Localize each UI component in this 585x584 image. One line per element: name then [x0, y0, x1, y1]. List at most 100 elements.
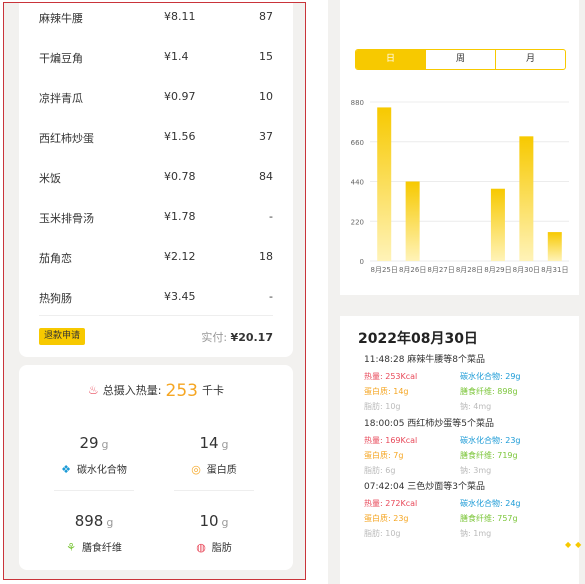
order-card: 麻辣牛腰 ¥8.11 87 干煸豆角 ¥1.4 15 凉拌青瓜 ¥0.97 10…	[19, 3, 293, 357]
entry-protein: 蛋白质: 23g	[364, 514, 409, 523]
entry-heat: 热量: 169Kcal	[364, 436, 418, 445]
entry-fat: 脂肪: 6g	[364, 466, 396, 475]
dish-name: 米饭	[39, 172, 61, 185]
total-calories-label: 总摄入热量:	[102, 384, 162, 397]
dish-price: ¥1.4	[164, 50, 189, 63]
dish-price: ¥1.56	[164, 130, 196, 143]
nutrient-protein: 14 g ◎ 蛋白质	[154, 433, 274, 476]
tab-week[interactable]: 周	[425, 50, 495, 69]
total-calories: ♨ 总摄入热量: 253 千卡	[19, 381, 293, 401]
meal-entry-title: 11:48:28 麻辣牛腰等8个菜品	[364, 355, 486, 365]
y-tick-label: 660	[351, 139, 364, 147]
dish-qty: 10	[259, 90, 273, 103]
period-tabs: 日 周 月	[355, 49, 566, 70]
meal-entry-title: 07:42:04 三色炒面等3个菜品	[364, 482, 486, 492]
tab-day[interactable]: 日	[356, 50, 425, 69]
meal-entry[interactable]: 18:00:05 西红柿炒蛋等5个菜品 热量: 169Kcal 碳水化合物: 2…	[364, 416, 574, 480]
fiber-icon: ⚘	[66, 541, 76, 554]
y-tick-label: 220	[351, 218, 364, 226]
nutrient-unit: g	[101, 438, 109, 451]
paid-label: 实付:	[201, 331, 228, 344]
dish-price: ¥3.45	[164, 290, 196, 303]
x-tick-label: 8月31日	[541, 266, 568, 274]
chart-bar[interactable]	[405, 181, 420, 262]
meal-entry[interactable]: 07:42:04 三色炒面等3个菜品 热量: 272Kcal 碳水化合物: 24…	[364, 479, 574, 543]
meal-entry-title: 18:00:05 西红柿炒蛋等5个菜品	[364, 419, 495, 429]
dish-name: 热狗肠	[39, 292, 72, 305]
dish-row: 玉米排骨汤 ¥1.78 -	[39, 197, 273, 237]
total-calories-value: 253	[165, 381, 198, 401]
chart-bar[interactable]	[519, 136, 534, 261]
dish-name: 凉拌青瓜	[39, 92, 83, 105]
entry-fiber: 膳食纤维: 719g	[460, 451, 518, 460]
paid-total: 实付: ¥20.17	[201, 329, 273, 345]
nutrient-value: 29	[79, 434, 99, 452]
chart-bar[interactable]	[490, 188, 505, 261]
entry-fiber: 膳食纤维: 757g	[460, 514, 518, 523]
x-tick-label: 8月25日	[371, 266, 398, 274]
dish-row: 茄角恋 ¥2.12 18	[39, 237, 273, 277]
nutrient-carb: 29 g ❖ 碳水化合物	[34, 433, 154, 476]
dish-row: 热狗肠 ¥3.45 -	[39, 277, 273, 317]
dish-row: 凉拌青瓜 ¥0.97 10	[39, 77, 273, 117]
dish-qty: 87	[259, 10, 273, 23]
entry-protein: 蛋白质: 7g	[364, 451, 404, 460]
chart-bar[interactable]	[547, 232, 562, 261]
divider	[174, 490, 254, 491]
dish-qty: -	[269, 290, 273, 303]
nutrient-label: 膳食纤维	[81, 543, 122, 554]
dish-name: 西红柿炒蛋	[39, 132, 94, 145]
dish-row: 干煸豆角 ¥1.4 15	[39, 37, 273, 77]
entry-fat: 脂肪: 10g	[364, 402, 401, 411]
entry-heat: 热量: 253Kcal	[364, 372, 418, 381]
nutrient-fiber: 898 g ⚘ 膳食纤维	[34, 511, 154, 554]
x-tick-label: 8月27日	[427, 266, 454, 274]
dish-price: ¥1.78	[164, 210, 196, 223]
nutrient-unit: g	[221, 516, 229, 529]
nutrient-value: 14	[199, 434, 219, 452]
order-footer: 退款申请 实付: ¥20.17	[39, 315, 273, 353]
chart-bar[interactable]	[377, 107, 392, 261]
entry-fat: 脂肪: 10g	[364, 529, 401, 538]
nutrient-unit: g	[106, 516, 114, 529]
tab-month[interactable]: 月	[495, 50, 565, 69]
meal-entry[interactable]: 11:48:28 麻辣牛腰等8个菜品 热量: 253Kcal 碳水化合物: 29…	[364, 352, 574, 416]
entry-carb: 碳水化合物: 23g	[460, 436, 521, 445]
paid-amount: ¥20.17	[230, 331, 273, 344]
dish-price: ¥0.97	[164, 90, 196, 103]
page-indicator: ◆◆	[565, 540, 585, 549]
nutrient-fat: 10 g ◍ 脂肪	[154, 511, 274, 554]
dish-qty: 18	[259, 250, 273, 263]
fat-icon: ◍	[196, 541, 206, 554]
dish-qty: 15	[259, 50, 273, 63]
y-tick-label: 0	[360, 258, 364, 266]
detail-date: 2022年08月30日	[358, 331, 478, 347]
nutrient-label: 脂肪	[211, 543, 232, 554]
order-detail-panel: 麻辣牛腰 ¥8.11 87 干煸豆角 ¥1.4 15 凉拌青瓜 ¥0.97 10…	[3, 2, 306, 580]
x-tick-label: 8月30日	[513, 266, 540, 274]
divider	[54, 490, 134, 491]
nutrient-value: 10	[199, 512, 219, 530]
dish-row: 米饭 ¥0.78 84	[39, 157, 273, 197]
nutrient-unit: g	[221, 438, 229, 451]
entry-sodium: 钠: 1mg	[460, 529, 492, 538]
entry-carb: 碳水化合物: 24g	[460, 499, 521, 508]
x-tick-label: 8月28日	[456, 266, 483, 274]
nutrient-label: 碳水化合物	[76, 465, 127, 476]
calorie-bar-chart: 02204406608808月25日 8月26日 8月27日 8月28日 8月29日 8月…	[351, 99, 569, 274]
dish-price: ¥8.11	[164, 10, 196, 23]
entry-fiber: 膳食纤维: 898g	[460, 387, 518, 396]
dish-qty: 84	[259, 170, 273, 183]
entry-sodium: 钠: 3mg	[460, 466, 492, 475]
nutrition-card: ♨ 总摄入热量: 253 千卡 29 g ❖ 碳水化合物 14 g ◎ 蛋白质 898 g ⚘ 膳…	[19, 365, 293, 570]
entry-heat: 热量: 272Kcal	[364, 499, 418, 508]
dish-qty: -	[269, 210, 273, 223]
refund-button[interactable]: 退款申请	[39, 328, 86, 345]
dish-name: 麻辣牛腰	[39, 12, 83, 25]
flame-icon: ♨	[88, 383, 99, 397]
dish-price: ¥2.12	[164, 250, 196, 263]
nutrient-value: 898	[74, 512, 104, 530]
dish-name: 玉米排骨汤	[39, 212, 94, 225]
nutrient-label: 蛋白质	[206, 465, 237, 476]
x-tick-label: 8月26日	[399, 266, 426, 274]
